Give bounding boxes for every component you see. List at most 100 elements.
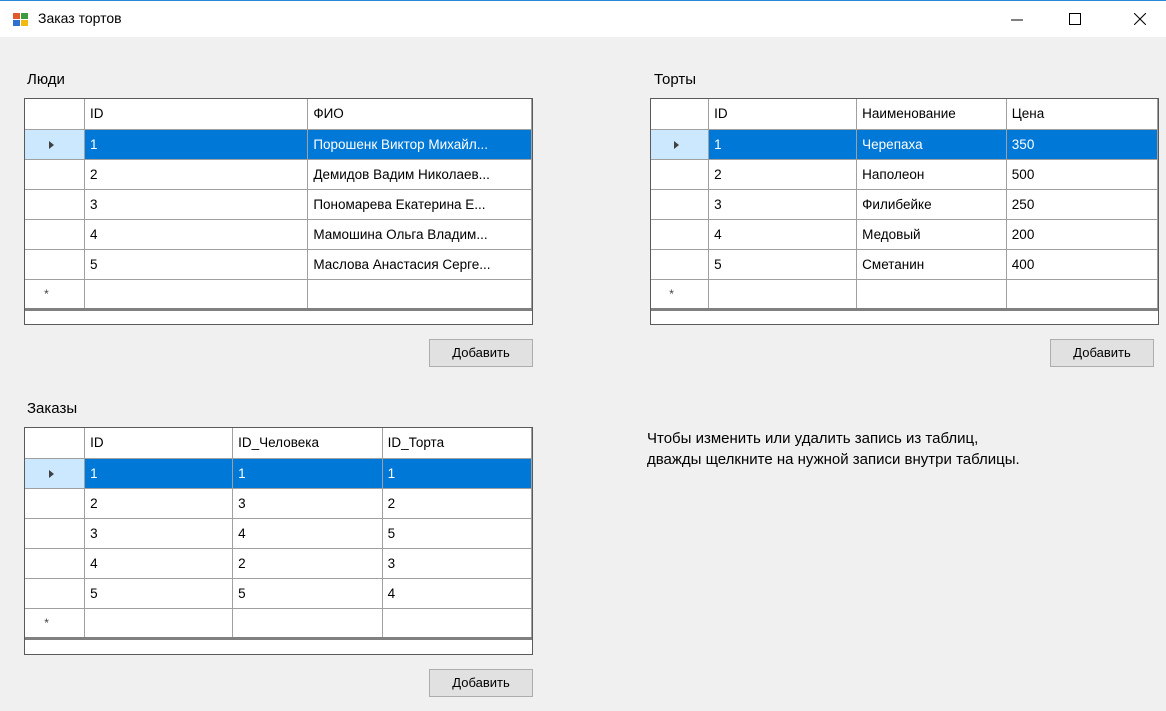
row-header[interactable]: [25, 518, 86, 549]
new-row[interactable]: *: [25, 608, 532, 640]
table-row[interactable]: 1 1 1: [25, 458, 532, 489]
table-cell[interactable]: [307, 279, 532, 311]
column-header[interactable]: ID_Человека: [232, 428, 383, 459]
table-row[interactable]: 3 Филибейке 250: [651, 189, 1158, 220]
minimize-button[interactable]: [994, 1, 1040, 37]
table-row[interactable]: 1 Черепаха 350: [651, 129, 1158, 160]
row-header[interactable]: [25, 578, 86, 609]
table-row[interactable]: 3 4 5: [25, 518, 532, 549]
column-header[interactable]: ID: [708, 99, 858, 130]
table-row[interactable]: 4 2 3: [25, 548, 532, 579]
column-header[interactable]: ID_Торта: [382, 428, 532, 459]
table-row[interactable]: 4 Мамошина Ольга Владим...: [25, 219, 532, 250]
table-cell[interactable]: 500: [1006, 159, 1158, 190]
people-add-button[interactable]: Добавить: [429, 339, 533, 367]
column-header[interactable]: Цена: [1006, 99, 1158, 130]
table-cell[interactable]: Порошенк Виктор Михайл...: [307, 129, 532, 160]
table-cell[interactable]: Сметанин: [856, 249, 1007, 280]
row-header[interactable]: [25, 219, 86, 250]
table-cell[interactable]: [1006, 279, 1158, 311]
row-header[interactable]: [651, 129, 710, 160]
table-cell[interactable]: 1: [84, 129, 309, 160]
table-row[interactable]: 4 Медовый 200: [651, 219, 1158, 250]
table-row[interactable]: 2 Наполеон 500: [651, 159, 1158, 190]
table-cell[interactable]: 1: [84, 458, 234, 489]
table-cell[interactable]: 4: [84, 548, 234, 579]
column-header[interactable]: Наименование: [856, 99, 1007, 130]
table-cell[interactable]: 400: [1006, 249, 1158, 280]
row-header[interactable]: [651, 219, 710, 250]
table-cell[interactable]: 4: [232, 518, 383, 549]
table-cell[interactable]: [856, 279, 1007, 311]
table-cell[interactable]: Демидов Вадим Николаев...: [307, 159, 532, 190]
row-header[interactable]: [25, 189, 86, 220]
table-row[interactable]: 1 Порошенк Виктор Михайл...: [25, 129, 532, 160]
table-row[interactable]: 2 Демидов Вадим Николаев...: [25, 159, 532, 190]
row-header[interactable]: [25, 458, 86, 489]
table-row[interactable]: 3 Пономарева Екатерина Е...: [25, 189, 532, 220]
close-button[interactable]: [1117, 1, 1163, 37]
table-cell[interactable]: 5: [382, 518, 532, 549]
column-header[interactable]: ФИО: [307, 99, 532, 130]
table-cell[interactable]: Наполеон: [856, 159, 1007, 190]
table-cell[interactable]: Филибейке: [856, 189, 1007, 220]
table-cell[interactable]: 2: [84, 488, 234, 519]
table-cell[interactable]: 1: [708, 129, 858, 160]
maximize-button[interactable]: [1052, 1, 1098, 37]
people-grid[interactable]: ID ФИО 1 Порошенк Виктор Михайл... 2 Дем…: [24, 98, 533, 325]
table-cell[interactable]: [84, 279, 309, 311]
title-bar[interactable]: Заказ тортов: [0, 1, 1166, 37]
table-row[interactable]: 5 Маслова Анастасия Серге...: [25, 249, 532, 280]
row-header[interactable]: [651, 249, 710, 280]
table-cell[interactable]: 4: [84, 219, 309, 250]
table-cell[interactable]: [232, 608, 383, 640]
row-header[interactable]: [25, 249, 86, 280]
column-header[interactable]: ID: [84, 428, 234, 459]
table-cell[interactable]: 2: [232, 548, 383, 579]
table-cell[interactable]: 5: [84, 578, 234, 609]
row-header[interactable]: *: [25, 279, 86, 311]
table-cell[interactable]: 1: [232, 458, 383, 489]
new-row[interactable]: *: [25, 279, 532, 311]
row-header[interactable]: *: [651, 279, 710, 311]
new-row[interactable]: *: [651, 279, 1158, 311]
table-cell[interactable]: 5: [232, 578, 383, 609]
row-header[interactable]: [651, 189, 710, 220]
table-cell[interactable]: Маслова Анастасия Серге...: [307, 249, 532, 280]
table-cell[interactable]: Медовый: [856, 219, 1007, 250]
table-cell[interactable]: 4: [708, 219, 858, 250]
row-header[interactable]: [25, 129, 86, 160]
cakes-add-button[interactable]: Добавить: [1050, 339, 1154, 367]
table-cell[interactable]: 4: [382, 578, 532, 609]
table-cell[interactable]: 2: [708, 159, 858, 190]
table-cell[interactable]: 200: [1006, 219, 1158, 250]
row-header[interactable]: [25, 159, 86, 190]
row-header[interactable]: [25, 548, 86, 579]
table-cell[interactable]: 2: [382, 488, 532, 519]
table-cell[interactable]: 3: [84, 518, 234, 549]
table-cell[interactable]: 3: [232, 488, 383, 519]
table-cell[interactable]: 350: [1006, 129, 1158, 160]
column-header[interactable]: ID: [84, 99, 309, 130]
table-row[interactable]: 5 Сметанин 400: [651, 249, 1158, 280]
table-cell[interactable]: 5: [84, 249, 309, 280]
table-cell[interactable]: Мамошина Ольга Владим...: [307, 219, 532, 250]
row-header[interactable]: *: [25, 608, 86, 640]
table-cell[interactable]: [382, 608, 532, 640]
table-cell[interactable]: Черепаха: [856, 129, 1007, 160]
table-cell[interactable]: 3: [84, 189, 309, 220]
table-row[interactable]: 2 3 2: [25, 488, 532, 519]
table-cell[interactable]: [708, 279, 858, 311]
table-cell[interactable]: 2: [84, 159, 309, 190]
orders-grid[interactable]: ID ID_Человека ID_Торта 1 1 1 2 3 2 3 4 …: [24, 427, 533, 655]
row-header[interactable]: [25, 488, 86, 519]
table-cell[interactable]: [84, 608, 234, 640]
orders-add-button[interactable]: Добавить: [429, 669, 533, 697]
table-cell[interactable]: 250: [1006, 189, 1158, 220]
table-cell[interactable]: 5: [708, 249, 858, 280]
table-cell[interactable]: Пономарева Екатерина Е...: [307, 189, 532, 220]
table-cell[interactable]: 3: [382, 548, 532, 579]
table-cell[interactable]: 3: [708, 189, 858, 220]
table-cell[interactable]: 1: [382, 458, 532, 489]
cakes-grid[interactable]: ID Наименование Цена 1 Черепаха 350 2 На…: [650, 98, 1159, 325]
